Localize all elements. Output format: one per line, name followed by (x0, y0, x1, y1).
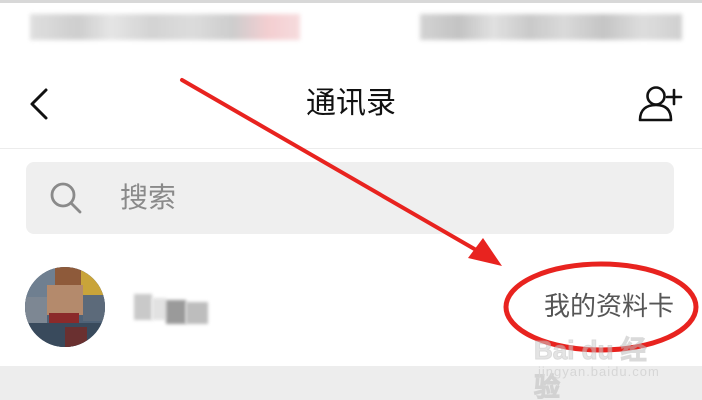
add-friend-button[interactable] (636, 80, 684, 128)
profile-card-label: 我的资料卡 (543, 292, 674, 322)
avatar (25, 267, 105, 347)
section-divider (0, 366, 702, 400)
status-bar-obscured (0, 0, 702, 60)
back-button[interactable] (22, 82, 62, 126)
search-input[interactable]: 搜索 (26, 162, 674, 234)
my-profile-row[interactable]: 我的资料卡 (0, 248, 702, 366)
obscured-region-right (420, 14, 682, 40)
page-title: 通讯录 (306, 86, 396, 121)
person-add-icon (636, 80, 684, 128)
chevron-left-icon (22, 82, 62, 126)
search-placeholder: 搜索 (120, 181, 177, 214)
nav-bar: 通讯录 (0, 60, 702, 149)
contact-name-obscured (134, 290, 212, 326)
obscured-region-left (30, 14, 300, 40)
app-screen: 通讯录 搜索 我的资料卡 Bai du 经验 jingyan.baidu.com (0, 0, 702, 400)
top-edge (0, 0, 702, 3)
search-icon (48, 180, 84, 216)
